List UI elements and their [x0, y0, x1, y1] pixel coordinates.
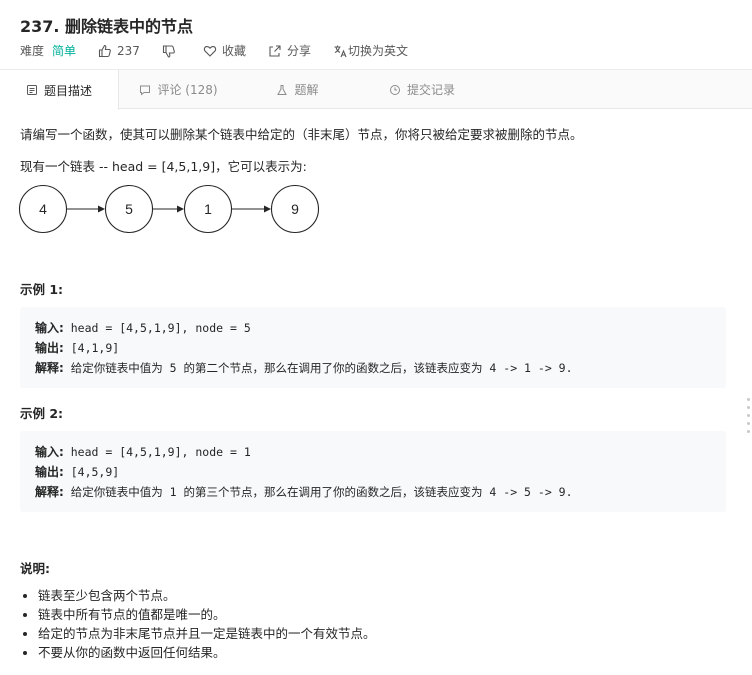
thumbs-down-icon [162, 44, 175, 58]
favorite-label: 收藏 [221, 44, 246, 58]
heart-icon [203, 45, 217, 57]
clock-icon [389, 84, 400, 95]
thumbs-up-icon [98, 44, 111, 57]
input-label: 输入: [35, 445, 64, 459]
list-item: 链表中所有节点的值都是唯一的。 [38, 604, 376, 623]
list-item: 给定的节点为非末尾节点并且一定是链表中的一个有效节点。 [38, 623, 376, 642]
list-item: 链表至少包含两个节点。 [38, 585, 376, 604]
output-label: 输出: [35, 465, 64, 479]
share-label: 分享 [286, 44, 311, 58]
example-1-title: 示例 1: [20, 282, 64, 297]
notes-list: 链表至少包含两个节点。 链表中所有节点的值都是唯一的。 给定的节点为非末尾节点并… [38, 585, 376, 661]
share-button[interactable]: 分享 [268, 42, 311, 59]
list-node-value: 4 [39, 201, 47, 217]
tab-solutions[interactable]: 题解 [238, 70, 357, 109]
list-intro: 现有一个链表 -- head = [4,5,1,9]，它可以表示为: [20, 159, 307, 174]
list-node-value: 1 [204, 201, 212, 217]
explain-label: 解释: [35, 485, 64, 499]
list-node-value: 5 [125, 201, 133, 217]
language-switch-label: 切换为英文 [347, 44, 408, 58]
comment-icon [140, 85, 151, 96]
example-2-codeblock: 输入: head = [4,5,1,9], node = 1 输出: [4,5,… [20, 431, 726, 512]
difficulty-value: 简单 [52, 44, 77, 58]
problem-intro: 请编写一个函数，使其可以删除某个链表中给定的（非末尾）节点，你将只被给定要求被删… [20, 127, 583, 142]
list-item: 不要从你的函数中返回任何结果。 [38, 642, 376, 661]
explain-label: 解释: [35, 361, 64, 375]
example-2-input: head = [4,5,1,9], node = 1 [63, 445, 251, 459]
notes-title: 说明: [20, 561, 50, 576]
tab-submissions-label: 提交记录 [406, 83, 455, 97]
example-1-input: head = [4,5,1,9], node = 5 [63, 321, 251, 335]
tab-comments-label: 评论 (128) [157, 83, 218, 97]
input-label: 输入: [35, 321, 64, 335]
tab-description-label: 题目描述 [43, 83, 92, 98]
document-icon [26, 85, 37, 95]
example-2-explanation: 给定你链表中值为 1 的第三个节点，那么在调用了你的函数之后，该链表应变为 4 … [63, 485, 573, 499]
tab-comments[interactable]: 评论 (128) [119, 70, 238, 109]
tab-solutions-label: 题解 [294, 83, 319, 97]
dislike-button[interactable] [162, 44, 181, 58]
favorite-button[interactable]: 收藏 [203, 42, 246, 59]
list-node-value: 9 [291, 201, 299, 217]
problem-title: 237. 删除链表中的节点 [20, 17, 194, 36]
example-1-codeblock: 输入: head = [4,5,1,9], node = 5 输出: [4,1,… [20, 307, 726, 388]
example-2-title: 示例 2: [20, 406, 64, 421]
tab-submissions[interactable]: 提交记录 [357, 70, 487, 109]
like-button[interactable]: 237 [98, 44, 140, 58]
tab-description[interactable]: 题目描述 [0, 70, 119, 110]
example-1-explanation: 给定你链表中值为 5 的第二个节点，那么在调用了你的函数之后，该链表应变为 4 … [63, 361, 573, 375]
output-label: 输出: [35, 341, 64, 355]
problem-meta: 难度 简单 237 收藏 分享 切换为英文 [20, 42, 430, 59]
share-icon [269, 44, 281, 57]
like-count: 237 [117, 43, 140, 58]
flask-icon [277, 84, 288, 95]
linked-list-diagram: 4 5 1 9 [18, 184, 320, 234]
problem-header: 237. 删除链表中的节点 难度 简单 237 收藏 分享 切换为英文 [0, 0, 752, 70]
translate-icon [334, 45, 347, 57]
resize-handle[interactable] [747, 398, 750, 440]
example-2-output: [4,5,9] [63, 465, 120, 479]
language-switch-button[interactable]: 切换为英文 [333, 42, 408, 59]
difficulty-label: 难度 [20, 44, 45, 58]
tab-bar: 题目描述 评论 (128) 题解 提交记录 [0, 70, 752, 110]
example-1-output: [4,1,9] [63, 341, 120, 355]
